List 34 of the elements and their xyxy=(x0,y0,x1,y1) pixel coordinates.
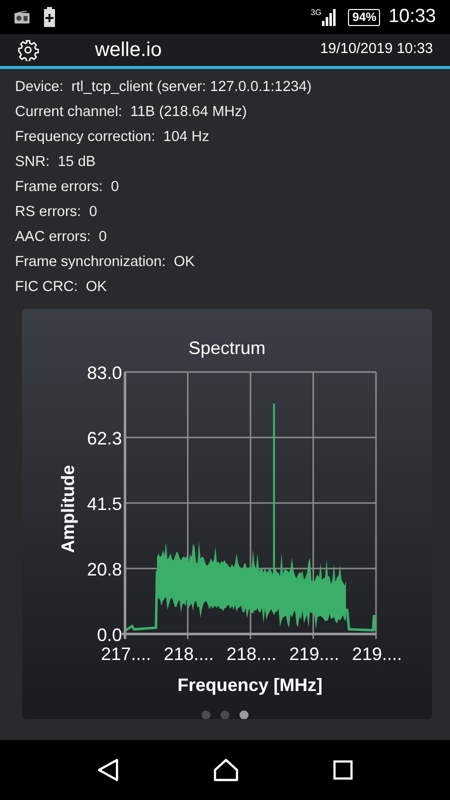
info-line: Frame errors: 0 xyxy=(15,178,120,197)
battery-charging-icon xyxy=(44,7,55,27)
x-tick-label: 217.... xyxy=(100,644,152,664)
info-line: Current channel: 11B (218.64 MHz) xyxy=(15,103,248,122)
recent-apps-button[interactable] xyxy=(333,760,353,780)
date-time: 19/10/2019 10:33 xyxy=(320,40,433,60)
x-tick-label: 218.... xyxy=(226,644,277,664)
y-tick-label: 62.3 xyxy=(86,428,122,448)
signal-icon xyxy=(322,8,336,26)
x-tick-label: 219.... xyxy=(289,644,340,664)
x-tick-label: 218.... xyxy=(164,644,214,664)
info-line: Frame synchronization: OK xyxy=(15,253,196,272)
y-tick-label: 41.5 xyxy=(86,494,122,514)
clock: 10:33 xyxy=(388,4,436,29)
back-button[interactable] xyxy=(97,758,119,782)
y-tick-label: 0.0 xyxy=(96,625,122,645)
settings-icon[interactable] xyxy=(17,39,39,61)
y-axis-title: Amplitude xyxy=(58,465,78,553)
chart-title: Spectrum xyxy=(188,338,266,358)
info-line: Device: rtl_tcp_client (server: 127.0.0.1:1234) xyxy=(15,78,313,97)
x-axis-title: Frequency [MHz] xyxy=(178,675,322,695)
y-tick-label: 20.8 xyxy=(86,560,122,580)
app-title: welle.io xyxy=(95,38,162,63)
battery-level: 94% xyxy=(348,8,380,26)
info-line: AAC errors: 0 xyxy=(15,228,108,247)
radio-icon xyxy=(14,10,30,24)
y-tick-label: 83.0 xyxy=(86,363,122,383)
info-line: FIC CRC: OK xyxy=(15,278,108,297)
info-line: RS errors: 0 xyxy=(15,203,98,222)
home-button[interactable] xyxy=(213,758,239,782)
x-tick-label: 219.... xyxy=(352,644,402,664)
network-type: 3G xyxy=(310,9,322,17)
info-line: Frequency correction: 104 Hz xyxy=(15,128,210,147)
info-line: SNR: 15 dB xyxy=(15,153,97,172)
